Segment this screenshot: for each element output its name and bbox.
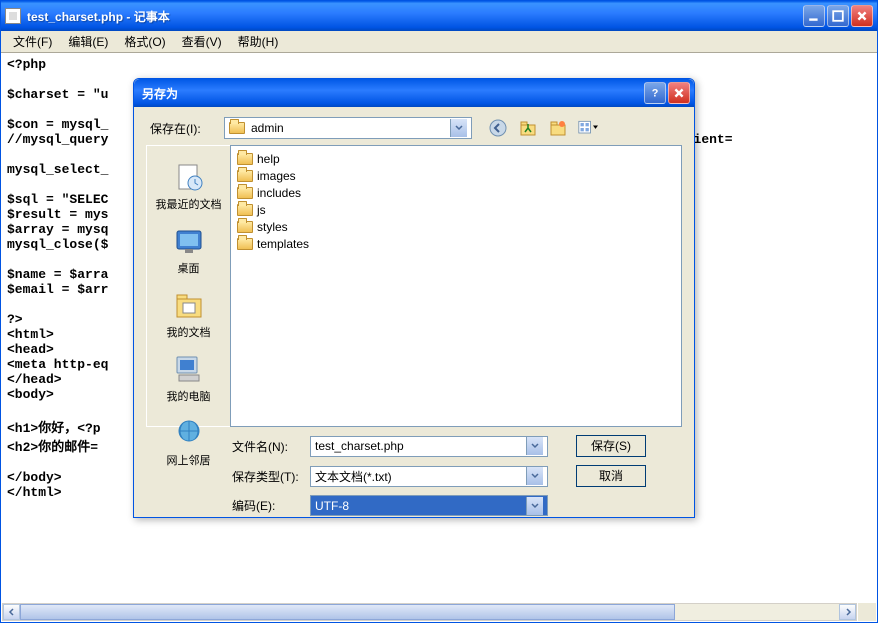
place-recent[interactable]: 我最近的文档 bbox=[147, 156, 230, 216]
save-in-value: admin bbox=[251, 121, 284, 135]
filename-value: test_charset.php bbox=[315, 439, 404, 453]
folder-icon bbox=[237, 221, 253, 233]
network-icon bbox=[172, 416, 206, 450]
filename-label: 文件名(N): bbox=[232, 438, 310, 455]
list-item[interactable]: help bbox=[235, 150, 677, 167]
menu-view[interactable]: 查看(V) bbox=[174, 31, 230, 52]
menu-file[interactable]: 文件(F) bbox=[5, 31, 60, 52]
scroll-thumb[interactable] bbox=[20, 604, 675, 620]
app-icon bbox=[5, 8, 21, 24]
filetype-value: 文本文档(*.txt) bbox=[315, 468, 392, 485]
scroll-track[interactable] bbox=[20, 604, 839, 620]
maximize-button[interactable] bbox=[827, 5, 849, 27]
places-bar: 我最近的文档 桌面 我的文档 我的电脑 网上邻居 bbox=[146, 145, 230, 427]
view-menu-button[interactable] bbox=[578, 118, 598, 138]
dialog-titlebar[interactable]: 另存为 ? bbox=[134, 79, 694, 107]
folder-icon bbox=[229, 122, 245, 134]
place-mydocs[interactable]: 我的文档 bbox=[147, 284, 230, 344]
back-button[interactable] bbox=[488, 118, 508, 138]
place-desktop[interactable]: 桌面 bbox=[147, 220, 230, 280]
new-folder-button[interactable] bbox=[548, 118, 568, 138]
encoding-dropdown[interactable]: UTF-8 bbox=[310, 495, 548, 516]
folder-icon bbox=[237, 170, 253, 182]
chevron-down-icon bbox=[526, 497, 543, 515]
list-item[interactable]: templates bbox=[235, 235, 677, 252]
save-in-label: 保存在(I): bbox=[146, 120, 224, 137]
save-button[interactable]: 保存(S) bbox=[576, 435, 646, 457]
mydocs-icon bbox=[172, 288, 206, 322]
place-recent-label: 我最近的文档 bbox=[156, 196, 222, 212]
close-button[interactable] bbox=[851, 5, 873, 27]
filename-input[interactable]: test_charset.php bbox=[310, 436, 548, 457]
computer-icon bbox=[172, 352, 206, 386]
list-item[interactable]: js bbox=[235, 201, 677, 218]
folder-icon bbox=[237, 187, 253, 199]
resize-grip[interactable] bbox=[858, 603, 876, 621]
scroll-left-button[interactable] bbox=[3, 604, 20, 620]
dialog-body: 保存在(I): admin 我最近的文档 桌面 bbox=[134, 107, 694, 534]
dialog-title: 另存为 bbox=[138, 85, 644, 102]
menu-edit[interactable]: 编辑(E) bbox=[60, 31, 116, 52]
cancel-button[interactable]: 取消 bbox=[576, 465, 646, 487]
recent-docs-icon bbox=[172, 160, 206, 194]
window-title: test_charset.php - 记事本 bbox=[27, 8, 803, 25]
place-network-label: 网上邻居 bbox=[167, 452, 211, 468]
help-button[interactable]: ? bbox=[644, 82, 666, 104]
dialog-close-button[interactable] bbox=[668, 82, 690, 104]
menu-help[interactable]: 帮助(H) bbox=[230, 31, 287, 52]
list-item[interactable]: includes bbox=[235, 184, 677, 201]
file-list[interactable]: help images includes js styles templates bbox=[230, 145, 682, 427]
folder-icon bbox=[237, 204, 253, 216]
place-mydocs-label: 我的文档 bbox=[167, 324, 211, 340]
desktop-icon bbox=[172, 224, 206, 258]
folder-icon bbox=[237, 153, 253, 165]
menu-format[interactable]: 格式(O) bbox=[116, 31, 173, 52]
save-in-dropdown[interactable]: admin bbox=[224, 117, 472, 139]
place-desktop-label: 桌面 bbox=[178, 260, 200, 276]
encoding-label: 编码(E): bbox=[232, 497, 310, 514]
place-network[interactable]: 网上邻居 bbox=[147, 412, 230, 472]
minimize-button[interactable] bbox=[803, 5, 825, 27]
save-as-dialog: 另存为 ? 保存在(I): admin 我最 bbox=[133, 78, 695, 518]
horizontal-scrollbar[interactable] bbox=[2, 603, 857, 621]
folder-icon bbox=[237, 238, 253, 250]
place-mycomputer-label: 我的电脑 bbox=[167, 388, 211, 404]
chevron-down-icon bbox=[526, 437, 543, 455]
encoding-value: UTF-8 bbox=[315, 499, 349, 513]
svg-text:?: ? bbox=[652, 88, 659, 99]
place-mycomputer[interactable]: 我的电脑 bbox=[147, 348, 230, 408]
scroll-right-button[interactable] bbox=[839, 604, 856, 620]
filetype-label: 保存类型(T): bbox=[232, 468, 310, 485]
up-folder-button[interactable] bbox=[518, 118, 538, 138]
chevron-down-icon bbox=[526, 467, 543, 485]
chevron-down-icon bbox=[450, 119, 467, 137]
list-item[interactable]: images bbox=[235, 167, 677, 184]
menu-bar: 文件(F) 编辑(E) 格式(O) 查看(V) 帮助(H) bbox=[1, 31, 877, 53]
main-titlebar[interactable]: test_charset.php - 记事本 bbox=[1, 1, 877, 31]
filetype-dropdown[interactable]: 文本文档(*.txt) bbox=[310, 466, 548, 487]
list-item[interactable]: styles bbox=[235, 218, 677, 235]
